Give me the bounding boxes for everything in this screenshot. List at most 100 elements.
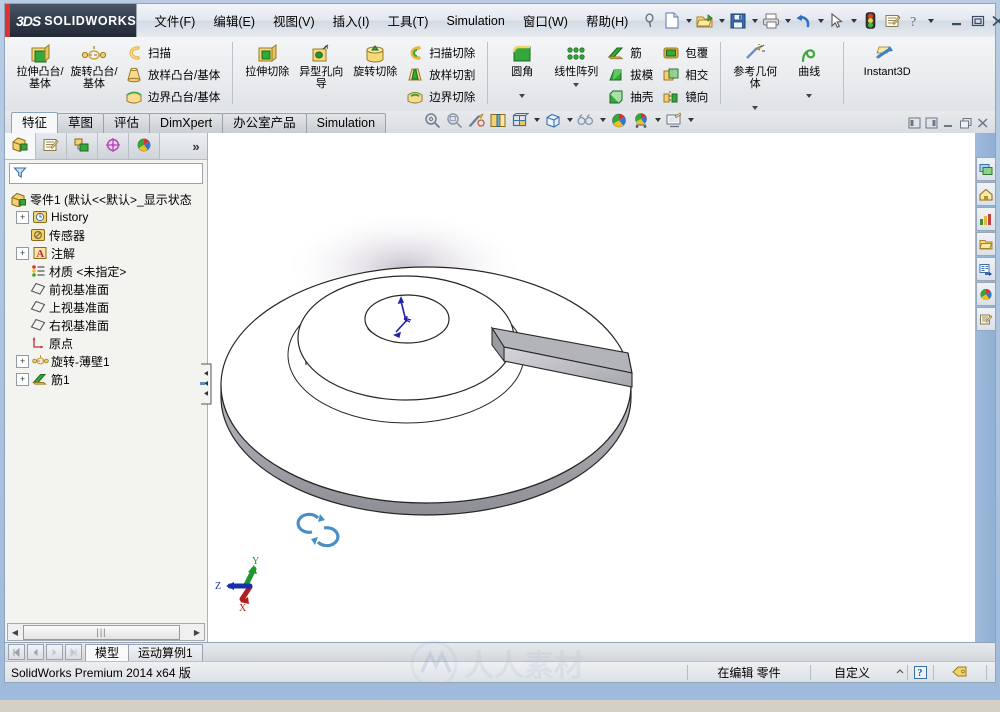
menu-window[interactable]: 窗口(W) [514, 7, 577, 34]
tree-item-material[interactable]: 材质 <未指定> [9, 262, 207, 280]
undo-dropdown[interactable] [815, 10, 826, 32]
bottom-tab-motion-study[interactable]: 运动算例1 [128, 644, 203, 661]
file-explorer-icon[interactable] [976, 207, 995, 231]
swept-boss-base-button[interactable]: 扫描 [121, 42, 225, 64]
tree-item-annotations[interactable]: + A 注解 [9, 244, 207, 262]
tree-item-top-plane[interactable]: 上视基准面 [9, 298, 207, 316]
panel-splitter-handle[interactable] [200, 363, 214, 405]
menu-edit[interactable]: 编辑(E) [204, 7, 264, 34]
fillet-button[interactable]: 圆角 [495, 40, 549, 78]
open-dropdown[interactable] [716, 10, 727, 32]
hide-show-dropdown[interactable] [597, 109, 608, 131]
appearances-icon[interactable] [608, 110, 630, 130]
tree-item-revolve-thin[interactable]: + 旋转-薄壁1 [9, 352, 207, 370]
section-view-icon[interactable] [487, 110, 509, 130]
save-icon[interactable] [727, 10, 749, 32]
select-dropdown[interactable] [848, 10, 859, 32]
design-library-icon[interactable] [976, 182, 995, 206]
feature-filter-input[interactable] [27, 166, 196, 181]
reference-geometry-dropdown[interactable] [752, 101, 758, 111]
lofted-cut-button[interactable]: 放样切割 [402, 64, 480, 86]
view-palette-icon[interactable] [976, 257, 995, 281]
view-settings-dropdown[interactable] [685, 109, 696, 131]
solidworks-resources-icon[interactable] [976, 157, 995, 181]
previous-view-icon[interactable] [465, 110, 487, 130]
save-dropdown[interactable] [749, 10, 760, 32]
tab-simulation[interactable]: Simulation [305, 113, 387, 133]
display-style-dropdown[interactable] [564, 109, 575, 131]
configuration-manager-tab[interactable] [67, 133, 98, 159]
custom-properties-icon[interactable] [976, 307, 995, 331]
view-orientation-dropdown[interactable] [531, 109, 542, 131]
tree-item-right-plane[interactable]: 右视基准面 [9, 316, 207, 334]
first-icon[interactable] [8, 644, 25, 660]
tree-item-sensors[interactable]: 传感器 [9, 226, 207, 244]
tree-item-front-plane[interactable]: 前视基准面 [9, 280, 207, 298]
reference-geometry-button[interactable]: 参考几何体 [728, 40, 782, 90]
revolved-boss-base-button[interactable]: 旋转凸台/基体 [67, 40, 121, 90]
print-icon[interactable] [760, 10, 782, 32]
property-manager-tab[interactable] [36, 133, 67, 159]
pin-icon[interactable] [639, 10, 661, 32]
curves-button[interactable]: 曲线 [782, 40, 836, 78]
feature-filter-bar[interactable] [9, 163, 203, 184]
doc-restore-icon[interactable] [957, 115, 974, 131]
menu-simulation[interactable]: Simulation [437, 10, 513, 32]
hole-wizard-button[interactable]: 异型孔向导 [294, 40, 348, 90]
bottom-tab-model[interactable]: 模型 [85, 644, 130, 661]
next-icon[interactable] [46, 644, 63, 660]
window-minimize-button[interactable] [946, 12, 967, 30]
intersect-button[interactable]: 相交 [658, 64, 713, 86]
new-document-icon[interactable] [661, 10, 683, 32]
window-restore-button[interactable] [967, 12, 988, 30]
expand-history[interactable]: + [16, 210, 29, 224]
open-folder-icon[interactable] [694, 10, 716, 32]
menu-file[interactable]: 文件(F) [145, 7, 204, 34]
hide-show-icon[interactable] [575, 110, 597, 130]
graphics-viewport[interactable]: Y X Z [208, 133, 995, 642]
view-settings-icon[interactable] [663, 110, 685, 130]
tag-icon[interactable] [934, 665, 986, 679]
menu-help[interactable]: 帮助(H) [577, 7, 637, 34]
prev-icon[interactable] [27, 644, 44, 660]
model-3d-view[interactable]: Y X Z [208, 133, 988, 641]
tree-root-row[interactable]: 零件1 (默认<<默认>_显示状态 [9, 190, 207, 208]
revolved-cut-button[interactable]: 旋转切除 [348, 40, 402, 78]
tile-left-icon[interactable] [906, 115, 923, 131]
doc-close-icon[interactable] [974, 115, 991, 131]
zoom-to-fit-icon[interactable] [421, 110, 443, 130]
tile-right-icon[interactable] [923, 115, 940, 131]
status-custom-dropdown[interactable] [893, 668, 907, 676]
print-dropdown[interactable] [782, 10, 793, 32]
scroll-right-arrow[interactable]: ▶ [190, 625, 204, 639]
boundary-boss-base-button[interactable]: 边界凸台/基体 [121, 86, 225, 108]
instant3d-button[interactable]: Instant3D [851, 40, 923, 78]
options-icon[interactable] [881, 10, 903, 32]
fillet-dropdown[interactable] [519, 89, 525, 102]
select-arrow-icon[interactable] [826, 10, 848, 32]
menu-view[interactable]: 视图(V) [264, 7, 324, 34]
display-style-icon[interactable] [542, 110, 564, 130]
last-icon[interactable] [65, 644, 82, 660]
doc-minimize-icon[interactable] [940, 115, 957, 131]
appearances-scenes-icon[interactable] [976, 282, 995, 306]
linear-pattern-button[interactable]: 线性阵列 [549, 40, 603, 78]
menu-tools[interactable]: 工具(T) [378, 7, 437, 34]
rebuild-icon[interactable] [859, 10, 881, 32]
expand-rib[interactable]: + [16, 372, 29, 386]
help-question-icon[interactable]: ? [908, 665, 933, 679]
mirror-button[interactable]: 镜向 [658, 86, 713, 108]
zoom-to-area-icon[interactable] [443, 110, 465, 130]
tree-item-history[interactable]: + History [9, 208, 207, 226]
dimxpert-manager-tab[interactable] [98, 133, 129, 159]
menu-insert[interactable]: 插入(I) [324, 7, 379, 34]
status-custom-label[interactable]: 自定义 [811, 664, 893, 681]
tab-features[interactable]: 特征 [11, 112, 59, 133]
new-document-dropdown[interactable] [683, 10, 694, 32]
feature-manager-tab[interactable] [5, 133, 36, 159]
expand-annotations[interactable]: + [16, 246, 29, 260]
tab-evaluate[interactable]: 评估 [103, 113, 151, 133]
scene-icon[interactable] [630, 110, 652, 130]
scroll-left-arrow[interactable]: ◀ [8, 625, 22, 639]
display-manager-tab[interactable] [129, 133, 160, 159]
